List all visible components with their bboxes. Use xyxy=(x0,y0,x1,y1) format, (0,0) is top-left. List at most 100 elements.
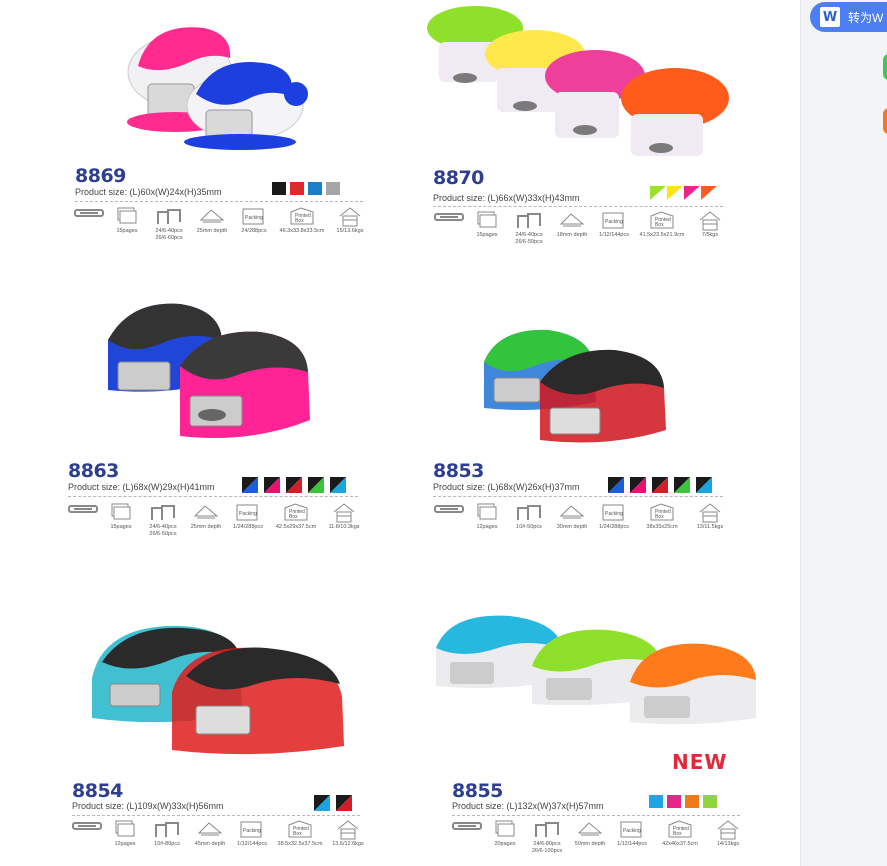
spec-pages: 15pages xyxy=(468,210,506,239)
spec-label: 24/6-40pcs 26/6-50pcs xyxy=(515,232,543,245)
divider xyxy=(72,815,360,816)
color-swatches xyxy=(272,182,340,195)
spec-packing: Packing 1/12/144pcs xyxy=(612,819,652,848)
product-size: Product size: (L)66x(W)33x(H)43mm xyxy=(433,193,580,203)
spec-label: 38x35x25cm xyxy=(646,524,678,530)
green-dot-icon[interactable] xyxy=(883,54,887,80)
spec-staple xyxy=(66,502,100,524)
spec-depth: 25mm depth xyxy=(186,502,226,531)
color-swatches xyxy=(242,477,352,493)
spec-staples: 24/6-40pcs 26/6-60pcs xyxy=(148,206,190,242)
spec-packing: Packing 1/24/288pcs xyxy=(594,502,634,531)
printed-box-icon: Printed Box xyxy=(270,502,322,524)
divider xyxy=(433,496,723,497)
new-badge: NEW xyxy=(672,750,728,774)
spec-label: 12pages xyxy=(476,524,498,530)
staple-icon xyxy=(450,819,484,841)
staples-icon xyxy=(148,206,190,228)
printed-box-icon: Printed Box xyxy=(654,819,706,841)
spec-label: 24/6-80pcs 26/6-100pcs xyxy=(531,841,563,854)
svg-text:Packing: Packing xyxy=(605,511,623,517)
spec-pages: 15pages xyxy=(108,206,146,235)
spec-weight: 14/13kgs xyxy=(708,819,748,848)
side-panel xyxy=(800,0,887,866)
spec-depth: 50mm depth xyxy=(570,819,610,848)
packing-box-icon: Packing xyxy=(612,819,652,841)
depth-icon xyxy=(186,502,226,524)
spec-depth: 30mm depth xyxy=(552,502,592,531)
spec-label: 15/13.6kgs xyxy=(336,228,364,234)
spec-label: 11.8/10.3kgs xyxy=(328,524,360,530)
spec-staples: 10#-80pcs xyxy=(146,819,188,848)
spec-label: 10#-50pcs xyxy=(516,524,542,530)
divider xyxy=(433,206,723,207)
color-swatch xyxy=(290,182,304,195)
color-swatches xyxy=(314,795,354,811)
depth-icon xyxy=(552,502,592,524)
orange-dot-icon[interactable] xyxy=(883,108,887,134)
spec-box: Printed Box 46.3x33.8x33.5cm xyxy=(276,206,328,235)
spec-label: 12pages xyxy=(114,841,136,847)
svg-text:Box: Box xyxy=(655,514,664,520)
svg-text:Box: Box xyxy=(673,831,682,837)
model-number: 8853 xyxy=(433,460,484,482)
color-swatches xyxy=(649,795,717,808)
spec-label: 50mm depth xyxy=(574,841,606,847)
staples-icon xyxy=(146,819,188,841)
spec-label: 15pages xyxy=(110,524,132,530)
spec-staples: 24/6-40pcs 26/6-50pcs xyxy=(508,210,550,246)
spec-label: 25mm depth xyxy=(190,524,222,530)
svg-text:Box: Box xyxy=(289,514,298,520)
paper-stack-icon xyxy=(486,819,524,841)
model-number: 8855 xyxy=(452,780,503,802)
spec-label: 30mm depth xyxy=(556,524,588,530)
spec-weight: 13/11.5kgs xyxy=(690,502,730,531)
weight-scale-icon xyxy=(690,210,730,232)
spec-staple xyxy=(450,819,484,841)
model-number: 8854 xyxy=(72,780,123,802)
spec-label: 14/13kgs xyxy=(716,841,740,847)
convert-to-word-button[interactable]: W 转为W xyxy=(810,2,887,32)
stapler-photo-8870 xyxy=(427,6,729,156)
color-swatch xyxy=(685,795,699,808)
printed-box-icon: Printed Box xyxy=(276,206,328,228)
spec-label: 1/12/144pcs xyxy=(599,232,629,238)
spec-label: 45mm depth xyxy=(194,841,226,847)
paper-stack-icon xyxy=(102,502,140,524)
packing-box-icon: Packing xyxy=(594,210,634,232)
spec-label: 41.5x23.5x21.9cm xyxy=(639,232,685,238)
color-triangle-swatches xyxy=(650,186,717,200)
color-swatch xyxy=(649,795,663,808)
printed-box-icon: Printed Box xyxy=(636,210,688,232)
color-swatch xyxy=(703,795,717,808)
color-swatches xyxy=(608,477,718,493)
spec-label: 13/11.5kgs xyxy=(696,524,724,530)
stapler-photo-8853 xyxy=(484,329,666,443)
staple-icon xyxy=(432,210,466,232)
product-size: Product size: (L)60x(W)24x(H)35mm xyxy=(75,187,222,197)
staple-icon xyxy=(70,819,104,841)
spec-weight: 15/13.6kgs xyxy=(330,206,370,235)
spec-pages: 15pages xyxy=(102,502,140,531)
stapler-photo-8855 xyxy=(436,615,756,725)
color-swatch xyxy=(667,795,681,808)
spec-label: 1/12/144pcs xyxy=(617,841,647,847)
weight-scale-icon xyxy=(330,206,370,228)
spec-staple xyxy=(432,210,466,232)
packing-box-icon: Packing xyxy=(234,206,274,228)
spec-label: 24/6-40pcs 26/6-50pcs xyxy=(149,524,177,537)
paper-stack-icon xyxy=(106,819,144,841)
product-size: Product size: (L)109x(W)33x(H)56mm xyxy=(72,801,224,811)
spec-label: 1/12/144pcs xyxy=(237,841,267,847)
spec-staples: 24/6-80pcs 26/6-100pcs xyxy=(526,819,568,855)
stapler-photo-8869 xyxy=(127,27,308,150)
svg-text:Packing: Packing xyxy=(245,215,263,221)
spec-staple xyxy=(72,206,106,228)
divider xyxy=(75,201,363,202)
color-swatch xyxy=(326,182,340,195)
spec-label: 42x46x37.5cm xyxy=(662,841,698,847)
packing-box-icon: Packing xyxy=(232,819,272,841)
depth-icon xyxy=(552,210,592,232)
spec-label: 7/5kgs xyxy=(701,232,719,238)
spec-label: 15pages xyxy=(476,232,498,238)
